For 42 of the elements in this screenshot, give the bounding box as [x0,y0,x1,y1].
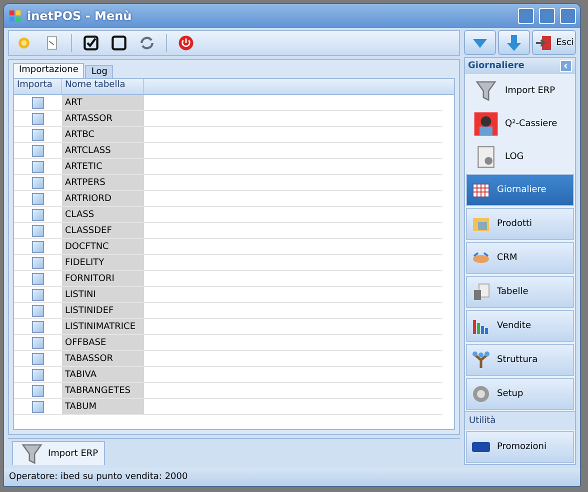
table-cell: FORNITORI [62,271,144,286]
table-cell: ARTPERS [62,175,144,190]
table-cell: LISTINIDEF [62,303,144,318]
nav-button[interactable]: Giornaliere [466,174,574,206]
section-header[interactable]: Utilità [465,411,575,430]
table-cell: TABASSOR [62,351,144,366]
table-cell: DOCFTNC [62,239,144,254]
table-cell: ARTASSOR [62,111,144,126]
status-text: Operatore: ibed su punto vendita: 2000 [9,472,188,482]
table-cell: FIDELITY [62,255,144,270]
table-cell: TABIVA [62,367,144,382]
table-cell: ARTBC [62,127,144,142]
table-cell: OFFBASE [62,335,144,350]
table-cell: ARTETIC [62,159,144,174]
nav-button[interactable]: Prodotti [466,208,574,240]
sidebar-item[interactable]: Import ERP [465,74,575,107]
table-cell: CLASSDEF [62,223,144,238]
table-cell: LISTINI [62,287,144,302]
nav-button[interactable]: CRM [466,242,574,274]
column-header[interactable]: Importa [14,79,62,94]
nav-button[interactable]: Promozioni [466,431,574,463]
exit-button[interactable]: Esci [532,30,576,55]
tab[interactable]: Log [85,65,114,78]
table-cell: ARTRIORD [62,191,144,206]
table-cell: ARTCLASS [62,143,144,158]
window-title: inetPOS - Menù [27,9,133,23]
table-cell: CLASS [62,207,144,222]
nav-button[interactable]: Struttura [466,344,574,376]
sidebar-item[interactable]: LOG [465,140,575,173]
nav-button[interactable]: Tabelle [466,276,574,308]
column-header[interactable]: Nome tabella [62,79,144,94]
sidebar-item[interactable]: Q²-Cassiere [465,107,575,140]
group-header[interactable]: Giornaliere [465,58,575,74]
table-cell: TABRANGETES [62,383,144,398]
tab[interactable]: Importazione [13,63,84,78]
nav-button[interactable]: Setup [466,378,574,410]
group-title: Giornaliere [468,61,524,71]
table-cell: ART [62,95,144,110]
nav-button[interactable]: Vendite [466,310,574,342]
table-cell: LISTINIMATRICE [62,319,144,334]
table-cell: TABUM [62,399,144,414]
tab[interactable]: Import ERP [12,441,106,465]
